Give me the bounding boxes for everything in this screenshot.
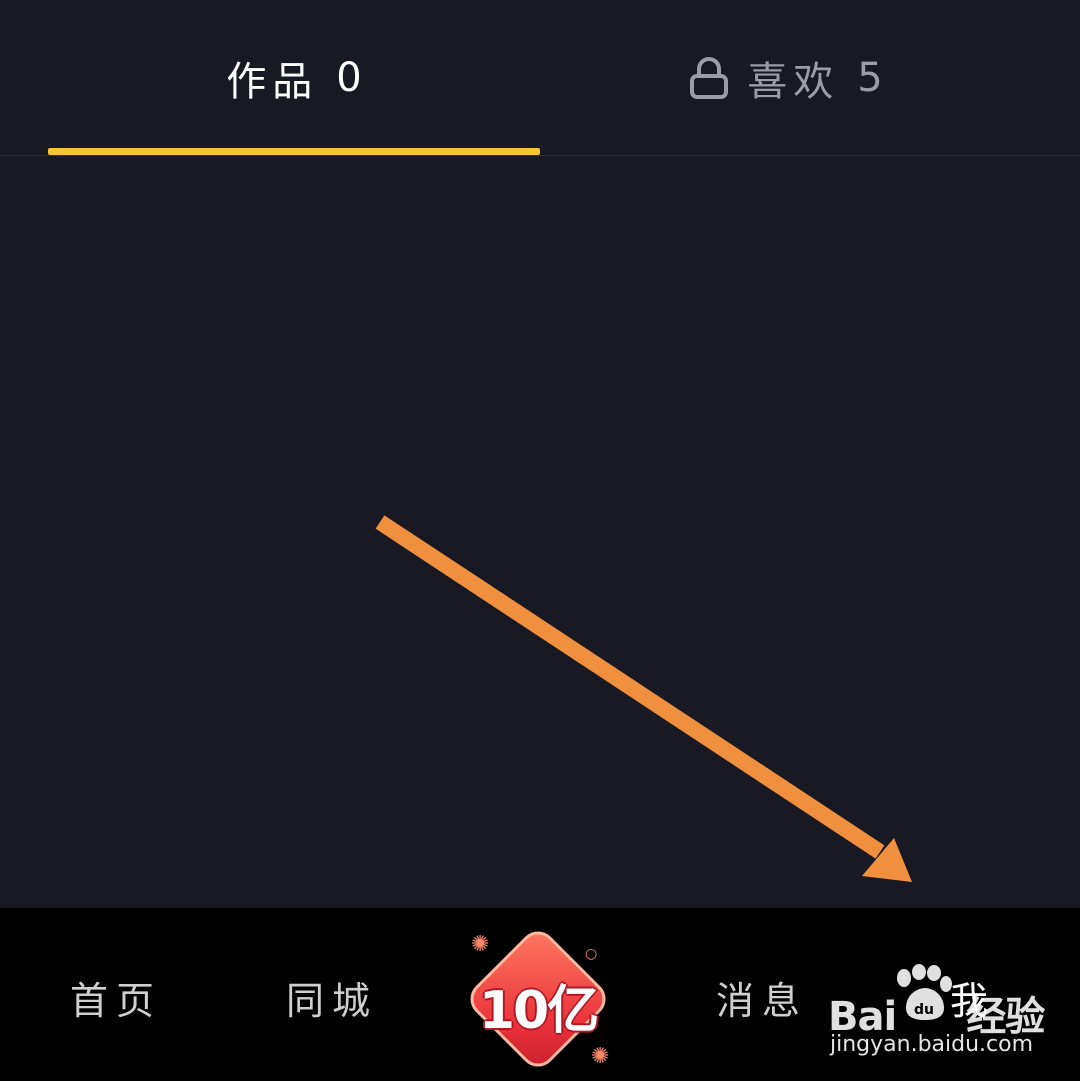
nav-home[interactable]: 首页 [70, 970, 162, 1025]
tab-works-label: 作品 [226, 59, 319, 105]
tab-likes[interactable]: 喜欢 5 [540, 0, 1032, 156]
promo-button[interactable]: ✺ ○ ✺ 10亿 [463, 924, 613, 1076]
nav-messages[interactable]: 消息 [716, 970, 808, 1025]
tab-works-count: 0 [336, 55, 362, 101]
annotation-arrow [375, 515, 912, 882]
nav-nearby[interactable]: 同城 [286, 970, 378, 1025]
promo-label: 10亿 [478, 981, 599, 1041]
firework-icon: ✺ [471, 932, 490, 957]
firework-icon: ✺ [591, 1044, 610, 1069]
tab-works[interactable]: 作品 0 [48, 0, 540, 156]
firework-icon: ○ [585, 946, 598, 962]
watermark-url: jingyan.baidu.com [830, 1032, 1034, 1057]
lock-icon [690, 57, 729, 99]
works-content-area [0, 156, 1080, 908]
active-tab-indicator [48, 148, 540, 155]
tab-likes-label: 喜欢 [747, 59, 840, 105]
baidu-jingyan-watermark: du Bai 经验 jingyan.baidu.com [828, 962, 1068, 1062]
profile-tabs: 作品 0 喜欢 5 [0, 0, 1080, 156]
profile-screen: 作品 0 喜欢 5 首页 同城 ✺ ○ ✺ 10亿 消息 我 du Bai 经验… [0, 0, 1080, 1081]
tab-likes-count: 5 [857, 55, 883, 101]
